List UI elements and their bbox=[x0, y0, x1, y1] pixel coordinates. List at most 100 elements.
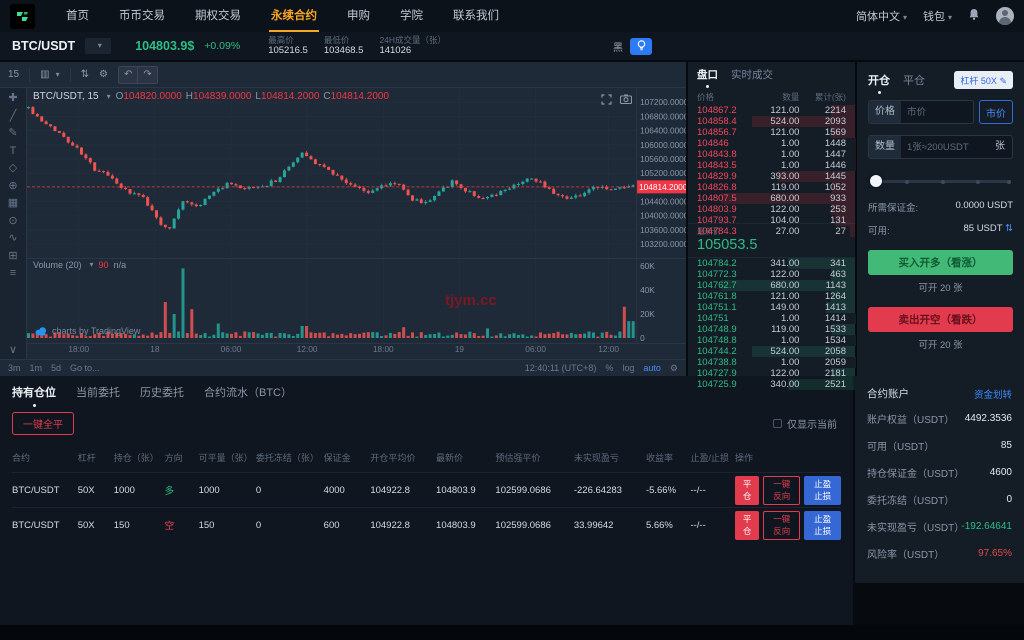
range-5d[interactable]: 5d bbox=[51, 363, 61, 373]
range-3m[interactable]: 3m bbox=[8, 363, 21, 373]
range-1m[interactable]: 1m bbox=[30, 363, 43, 373]
pattern-tool-icon[interactable]: ◇ bbox=[9, 163, 17, 174]
goto-button[interactable]: Go to... bbox=[70, 363, 100, 373]
close-all-button[interactable]: 一键全平 bbox=[12, 412, 74, 435]
orderbook-ask-row[interactable]: 104858.4 524.00 2093 bbox=[688, 116, 855, 127]
fund-transfer-link[interactable]: 资金划转 bbox=[974, 387, 1012, 401]
orderbook-bid-row[interactable]: 104762.7 680.00 1143 bbox=[688, 280, 855, 291]
close-position-button[interactable]: 平仓 bbox=[734, 475, 760, 505]
collapse-tool-icon[interactable]: ∨ bbox=[9, 345, 17, 356]
transfer-icon[interactable]: ⇅ bbox=[1005, 223, 1013, 234]
brand-logo-icon[interactable] bbox=[10, 3, 35, 29]
chevron-down-icon[interactable]: ▾ bbox=[107, 92, 111, 101]
wave-tool-icon[interactable]: ∿ bbox=[8, 233, 17, 244]
chart-style-button[interactable]: ▥ ▾ bbox=[40, 69, 59, 80]
orderbook-ask-row[interactable]: 104843.5 1.00 1446 bbox=[688, 160, 855, 171]
volume-label[interactable]: Volume (20) bbox=[33, 260, 82, 270]
reverse-position-button[interactable]: 一键反向 bbox=[763, 475, 801, 505]
nav-item-perpetual[interactable]: 永续合约 bbox=[256, 0, 332, 32]
auto-scale-button[interactable]: auto bbox=[643, 363, 661, 373]
legend-symbol[interactable]: BTC/USDT, 15 bbox=[33, 91, 99, 102]
pencil-tool-icon[interactable]: ✎ bbox=[8, 128, 17, 139]
fullscreen-icon[interactable] bbox=[601, 94, 612, 105]
orderbook-ask-row[interactable]: 104826.8 119.00 1052 bbox=[688, 182, 855, 193]
magnet-tool-icon[interactable]: ⊞ bbox=[8, 250, 17, 262]
language-select[interactable]: 简体中文 ▾ bbox=[856, 8, 907, 24]
nav-item-subscribe[interactable]: 申购 bbox=[332, 0, 385, 32]
orderbook-bid-row[interactable]: 104725.9 340.00 2521 bbox=[688, 379, 855, 390]
positions-tab[interactable]: 当前委托 bbox=[76, 384, 120, 400]
slider-dot[interactable] bbox=[940, 179, 945, 184]
log-scale-button[interactable]: log bbox=[622, 363, 634, 373]
orderbook-bid-row[interactable]: 104748.8 1.00 1534 bbox=[688, 335, 855, 346]
orderbook-ask-row[interactable]: 104803.9 122.00 253 bbox=[688, 204, 855, 215]
orderbook-ask-row[interactable]: 104829.9 393.00 1445 bbox=[688, 171, 855, 182]
orderbook-bid-row[interactable]: 104744.2 524.00 2058 bbox=[688, 346, 855, 357]
tpsl-button[interactable]: 止盈止损 bbox=[804, 510, 841, 540]
leverage-button[interactable]: 杠杆 50X ✎ bbox=[954, 71, 1013, 89]
axis-settings-gear-icon[interactable]: ⚙ bbox=[670, 363, 678, 374]
orderbook-bid-row[interactable]: 104772.3 122.00 463 bbox=[688, 269, 855, 280]
orderbook-bid-row[interactable]: 104727.9 122.00 2181 bbox=[688, 368, 855, 379]
redo-icon[interactable]: ↷ bbox=[137, 66, 157, 83]
orderbook-bid-row[interactable]: 104748.9 119.00 1533 bbox=[688, 324, 855, 335]
quantity-input[interactable] bbox=[901, 136, 988, 158]
nav-item-home[interactable]: 首页 bbox=[51, 0, 104, 32]
sell-short-button[interactable]: 卖出开空（看跌） bbox=[868, 307, 1013, 332]
orderbook-bid-row[interactable]: 104784.2 341.00 341 bbox=[688, 258, 855, 269]
orderbook-bid-row[interactable]: 104751 1.00 1414 bbox=[688, 313, 855, 324]
settings-gear-icon[interactable]: ⚙ bbox=[99, 69, 108, 80]
nav-item-contact[interactable]: 联系我们 bbox=[438, 0, 514, 32]
lock-tool-icon[interactable]: ≡ bbox=[10, 268, 16, 279]
market-price-button[interactable]: 市价 bbox=[979, 100, 1013, 124]
trendline-tool-icon[interactable]: ╱ bbox=[10, 110, 17, 122]
tpsl-button[interactable]: 止盈止损 bbox=[804, 475, 841, 505]
tradingview-attribution[interactable]: charts by TradingView bbox=[35, 326, 140, 336]
pair-selector[interactable]: ▾ bbox=[85, 38, 112, 54]
orderbook-ask-row[interactable]: 104846 1.00 1448 bbox=[688, 138, 855, 149]
reverse-position-button[interactable]: 一键反向 bbox=[763, 510, 801, 540]
slider-thumb[interactable] bbox=[870, 175, 882, 187]
theme-toggle-bulb-icon[interactable] bbox=[630, 37, 652, 55]
orderbook-bid-row[interactable]: 104751.1 149.00 1413 bbox=[688, 302, 855, 313]
only-current-toggle[interactable]: 仅显示当前 bbox=[773, 416, 837, 431]
user-avatar[interactable] bbox=[996, 7, 1014, 25]
candlestick-chart[interactable]: 107200.0000 106800.0000 106400.0000 106000.… bbox=[27, 88, 686, 359]
orderbook-tab[interactable]: 盘口 bbox=[697, 67, 718, 88]
measure-tool-icon[interactable]: ▦ bbox=[8, 198, 18, 209]
percent-scale-button[interactable]: % bbox=[605, 363, 613, 373]
orderbook-ask-row[interactable]: 104784.3 27.00 27 bbox=[688, 226, 855, 237]
nav-item-spot[interactable]: 币币交易 bbox=[104, 0, 180, 32]
clock[interactable]: 12:40:11 (UTC+8) bbox=[525, 363, 597, 373]
nav-item-options[interactable]: 期权交易 bbox=[180, 0, 256, 32]
orderbook-ask-row[interactable]: 104807.5 680.00 933 bbox=[688, 193, 855, 204]
price-input[interactable] bbox=[901, 101, 973, 123]
positions-tab[interactable]: 持有仓位 bbox=[12, 384, 56, 407]
indicators-button[interactable]: ⇅ bbox=[81, 69, 89, 80]
trade-tab[interactable]: 开仓 bbox=[868, 72, 890, 94]
zoom-tool-icon[interactable]: ⊙ bbox=[8, 215, 17, 227]
close-position-button[interactable]: 平仓 bbox=[734, 510, 760, 540]
orderbook-tab[interactable]: 实时成交 bbox=[731, 67, 773, 82]
crosshair-tool-icon[interactable]: ✚ bbox=[8, 93, 17, 104]
positions-tab[interactable]: 合约流水（BTC） bbox=[204, 384, 292, 400]
prediction-tool-icon[interactable]: ⊕ bbox=[8, 180, 17, 192]
camera-icon[interactable] bbox=[620, 94, 632, 104]
checkbox-icon[interactable] bbox=[773, 419, 782, 428]
slider-dot[interactable] bbox=[1007, 179, 1011, 184]
orderbook-bid-row[interactable]: 104738.8 1.00 2059 bbox=[688, 357, 855, 368]
slider-dot[interactable] bbox=[975, 179, 980, 184]
orderbook-ask-row[interactable]: 104843.8 1.00 1447 bbox=[688, 149, 855, 160]
undo-icon[interactable]: ↶ bbox=[118, 66, 138, 83]
plot-area[interactable]: 107200.0000 106800.0000 106400.0000 106000.… bbox=[27, 88, 686, 359]
orderbook-ask-row[interactable]: 104867.2 121.00 2214 bbox=[688, 105, 855, 116]
notification-bell-icon[interactable] bbox=[968, 8, 980, 24]
nav-item-academy[interactable]: 学院 bbox=[385, 0, 438, 32]
positions-tab[interactable]: 历史委托 bbox=[140, 384, 184, 400]
amount-slider[interactable] bbox=[870, 175, 1011, 187]
orderbook-ask-row[interactable]: 104856.7 121.00 1569 bbox=[688, 127, 855, 138]
slider-dot[interactable] bbox=[905, 179, 910, 184]
orderbook-ask-row[interactable]: 104793.7 104.00 131 bbox=[688, 215, 855, 226]
interval-button[interactable]: 15 bbox=[8, 69, 19, 80]
trade-tab[interactable]: 平仓 bbox=[903, 72, 925, 88]
